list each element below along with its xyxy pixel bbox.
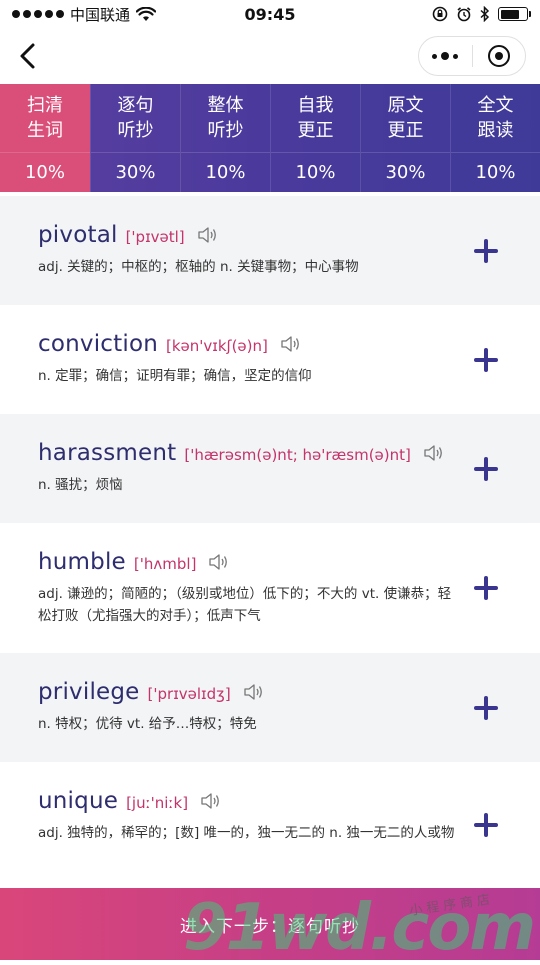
tab-label: 逐句 听抄 (117, 95, 154, 141)
word-phonetic: [juː'niːk] (126, 794, 189, 812)
tab-sentence-dictation[interactable]: 逐句 听抄 30% (90, 84, 180, 192)
more-dots-icon (432, 52, 459, 60)
word-meaning: adj. 独特的，稀罕的；[数] 唯一的，独一无二的 n. 独一无二的人或物 (38, 825, 455, 841)
tab-percent: 30% (361, 152, 450, 192)
tab-self-correction[interactable]: 自我 更正 10% (270, 84, 360, 192)
status-bar: 中国联通 09:45 (0, 0, 540, 28)
add-word-button[interactable] (472, 237, 500, 265)
tab-label: 原文 更正 (387, 95, 424, 141)
tab-original-correction[interactable]: 原文 更正 30% (360, 84, 450, 192)
word-text: conviction (38, 331, 158, 357)
word-meaning: n. 特权；优待 vt. 给予…特权；特免 (38, 716, 257, 732)
back-button[interactable] (10, 38, 46, 74)
word-meaning: adj. 谦逊的；简陋的；（级别或地位）低下的；不大的 vt. 使谦恭；轻松打败… (38, 586, 452, 624)
tab-read-along[interactable]: 全文 跟读 10% (450, 84, 540, 192)
nav-bar (0, 28, 540, 84)
chevron-left-icon (20, 43, 35, 69)
tab-percent: 30% (91, 152, 180, 192)
word-text: unique (38, 788, 119, 814)
word-phonetic: ['hʌmbl] (133, 555, 197, 573)
tab-full-dictation[interactable]: 整体 听抄 10% (180, 84, 270, 192)
add-word-button[interactable] (472, 574, 500, 602)
tab-percent: 10% (0, 152, 90, 192)
word-text: pivotal (38, 222, 118, 248)
next-step-button[interactable]: 进入下一步：逐句听抄 (0, 888, 540, 960)
word-phonetic: ['prɪvəlɪdʒ] (147, 685, 231, 703)
bluetooth-icon (480, 6, 490, 22)
speaker-icon[interactable] (197, 226, 219, 244)
status-right (432, 6, 531, 22)
status-left: 中国联通 (12, 4, 157, 25)
speaker-icon[interactable] (280, 335, 302, 353)
word-text: humble (38, 549, 126, 575)
word-meaning: n. 骚扰；烦恼 (38, 477, 123, 493)
speaker-icon[interactable] (243, 683, 265, 701)
word-card: humble ['hʌmbl] adj. 谦逊的；简陋的；（级别或地位）低下的；… (0, 523, 540, 653)
target-icon (487, 45, 510, 67)
word-card: pivotal ['pɪvətl] adj. 关键的；中枢的；枢轴的 n. 关键… (0, 196, 540, 305)
add-word-button[interactable] (472, 694, 500, 722)
alarm-icon (457, 7, 471, 22)
add-word-button[interactable] (472, 455, 500, 483)
orientation-lock-icon (432, 6, 448, 22)
tab-label: 全文 跟读 (477, 95, 514, 141)
word-card: unique [juː'niːk] adj. 独特的，稀罕的；[数] 唯一的，独… (0, 762, 540, 888)
word-list: pivotal ['pɪvətl] adj. 关键的；中枢的；枢轴的 n. 关键… (0, 196, 540, 888)
add-word-button[interactable] (472, 346, 500, 374)
add-word-button[interactable] (472, 811, 500, 839)
word-text: harassment (38, 440, 177, 466)
wifi-icon (136, 6, 157, 21)
word-text: privilege (38, 679, 140, 705)
word-phonetic: ['hærəsm(ə)nt; hə'ræsm(ə)nt] (184, 446, 411, 464)
step-tabs: 扫清 生词 10% 逐句 听抄 30% 整体 听抄 10% 自我 更正 10% 原文 更正… (0, 84, 540, 192)
word-card: conviction [kən'vɪkʃ(ə)n] n. 定罪；确信；证明有罪；… (0, 305, 540, 414)
word-meaning: adj. 关键的；中枢的；枢轴的 n. 关键事物；中心事物 (38, 259, 359, 275)
close-miniprogram-button[interactable] (473, 37, 526, 75)
tab-label: 自我 更正 (297, 95, 334, 141)
word-card: privilege ['prɪvəlɪdʒ] n. 特权；优待 vt. 给予…特… (0, 653, 540, 762)
speaker-icon[interactable] (200, 792, 222, 810)
battery-icon (498, 7, 531, 21)
word-phonetic: ['pɪvətl] (125, 228, 185, 246)
tab-percent: 10% (181, 152, 270, 192)
tab-percent: 10% (451, 152, 540, 192)
word-phonetic: [kən'vɪkʃ(ə)n] (166, 337, 268, 355)
tab-label: 扫清 生词 (27, 95, 63, 141)
speaker-icon[interactable] (423, 444, 445, 462)
carrier-label: 中国联通 (70, 5, 131, 24)
word-meaning: n. 定罪；确信；证明有罪；确信，坚定的信仰 (38, 368, 312, 384)
tab-label: 整体 听抄 (207, 95, 244, 141)
more-button[interactable] (419, 37, 472, 75)
tab-percent: 10% (271, 152, 360, 192)
miniprogram-capsule (418, 36, 526, 76)
signal-icon (12, 10, 64, 18)
speaker-icon[interactable] (208, 553, 230, 571)
word-card: harassment ['hærəsm(ə)nt; hə'ræsm(ə)nt] … (0, 414, 540, 523)
tab-scan-new-words[interactable]: 扫清 生词 10% (0, 84, 90, 192)
